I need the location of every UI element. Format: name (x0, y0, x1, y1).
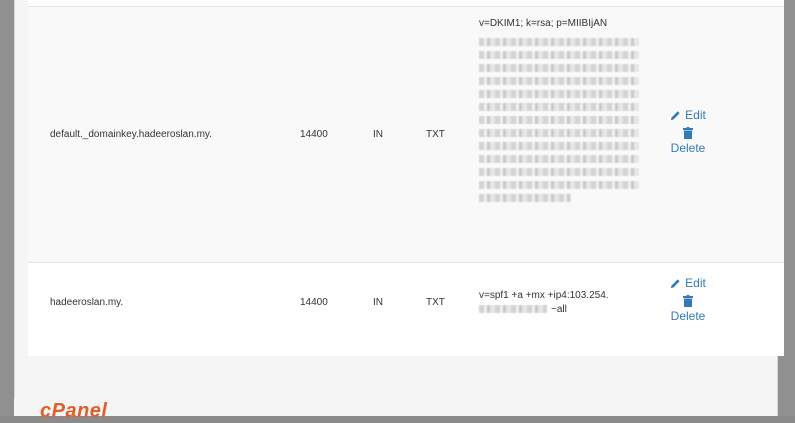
record-value: v=spf1 +a +mx +ip4:103.254. ~all (479, 289, 639, 317)
row-actions: Edit Delete (659, 274, 717, 325)
redacted-key-data (479, 38, 639, 202)
footer-bar (14, 399, 776, 416)
record-class: IN (373, 297, 383, 308)
pencil-icon (671, 279, 680, 289)
record-type: TXT (426, 297, 445, 308)
record-value-suffix: ~all (551, 304, 567, 315)
trash-icon[interactable] (683, 127, 693, 139)
edit-label: Edit (685, 276, 706, 290)
cpanel-logo[interactable]: cPanel (40, 400, 107, 423)
table-row: default._domainkey.hadeeroslan.my. 14400… (28, 6, 784, 263)
redacted-ip (479, 305, 547, 314)
record-type: TXT (426, 129, 445, 140)
record-value: v=DKIM1; k=rsa; p=MIIBIjAN (479, 15, 639, 207)
edit-label: Edit (685, 108, 706, 122)
table-row: hadeeroslan.my. 14400 IN TXT v=spf1 +a +… (28, 262, 784, 356)
edit-link[interactable]: Edit (659, 106, 717, 124)
record-value-line-1: v=spf1 +a +mx +ip4:103.254. (479, 290, 609, 301)
delete-link[interactable]: Delete (659, 139, 717, 157)
delete-link[interactable]: Delete (659, 307, 717, 325)
trash-icon[interactable] (683, 295, 693, 307)
record-ttl: 14400 (300, 129, 328, 140)
record-name: hadeeroslan.my. (50, 297, 124, 308)
record-ttl: 14400 (300, 297, 328, 308)
record-class: IN (373, 129, 383, 140)
pencil-icon (671, 111, 680, 121)
edit-link[interactable]: Edit (659, 274, 717, 292)
record-value-line-2: ~all (479, 303, 639, 317)
record-name: default._domainkey.hadeeroslan.my. (50, 129, 212, 140)
zone-records-table: default._domainkey.hadeeroslan.my. 14400… (28, 0, 784, 356)
record-value-text: v=DKIM1; k=rsa; p=MIIBIjAN (479, 18, 608, 29)
row-actions: Edit Delete (659, 106, 717, 157)
